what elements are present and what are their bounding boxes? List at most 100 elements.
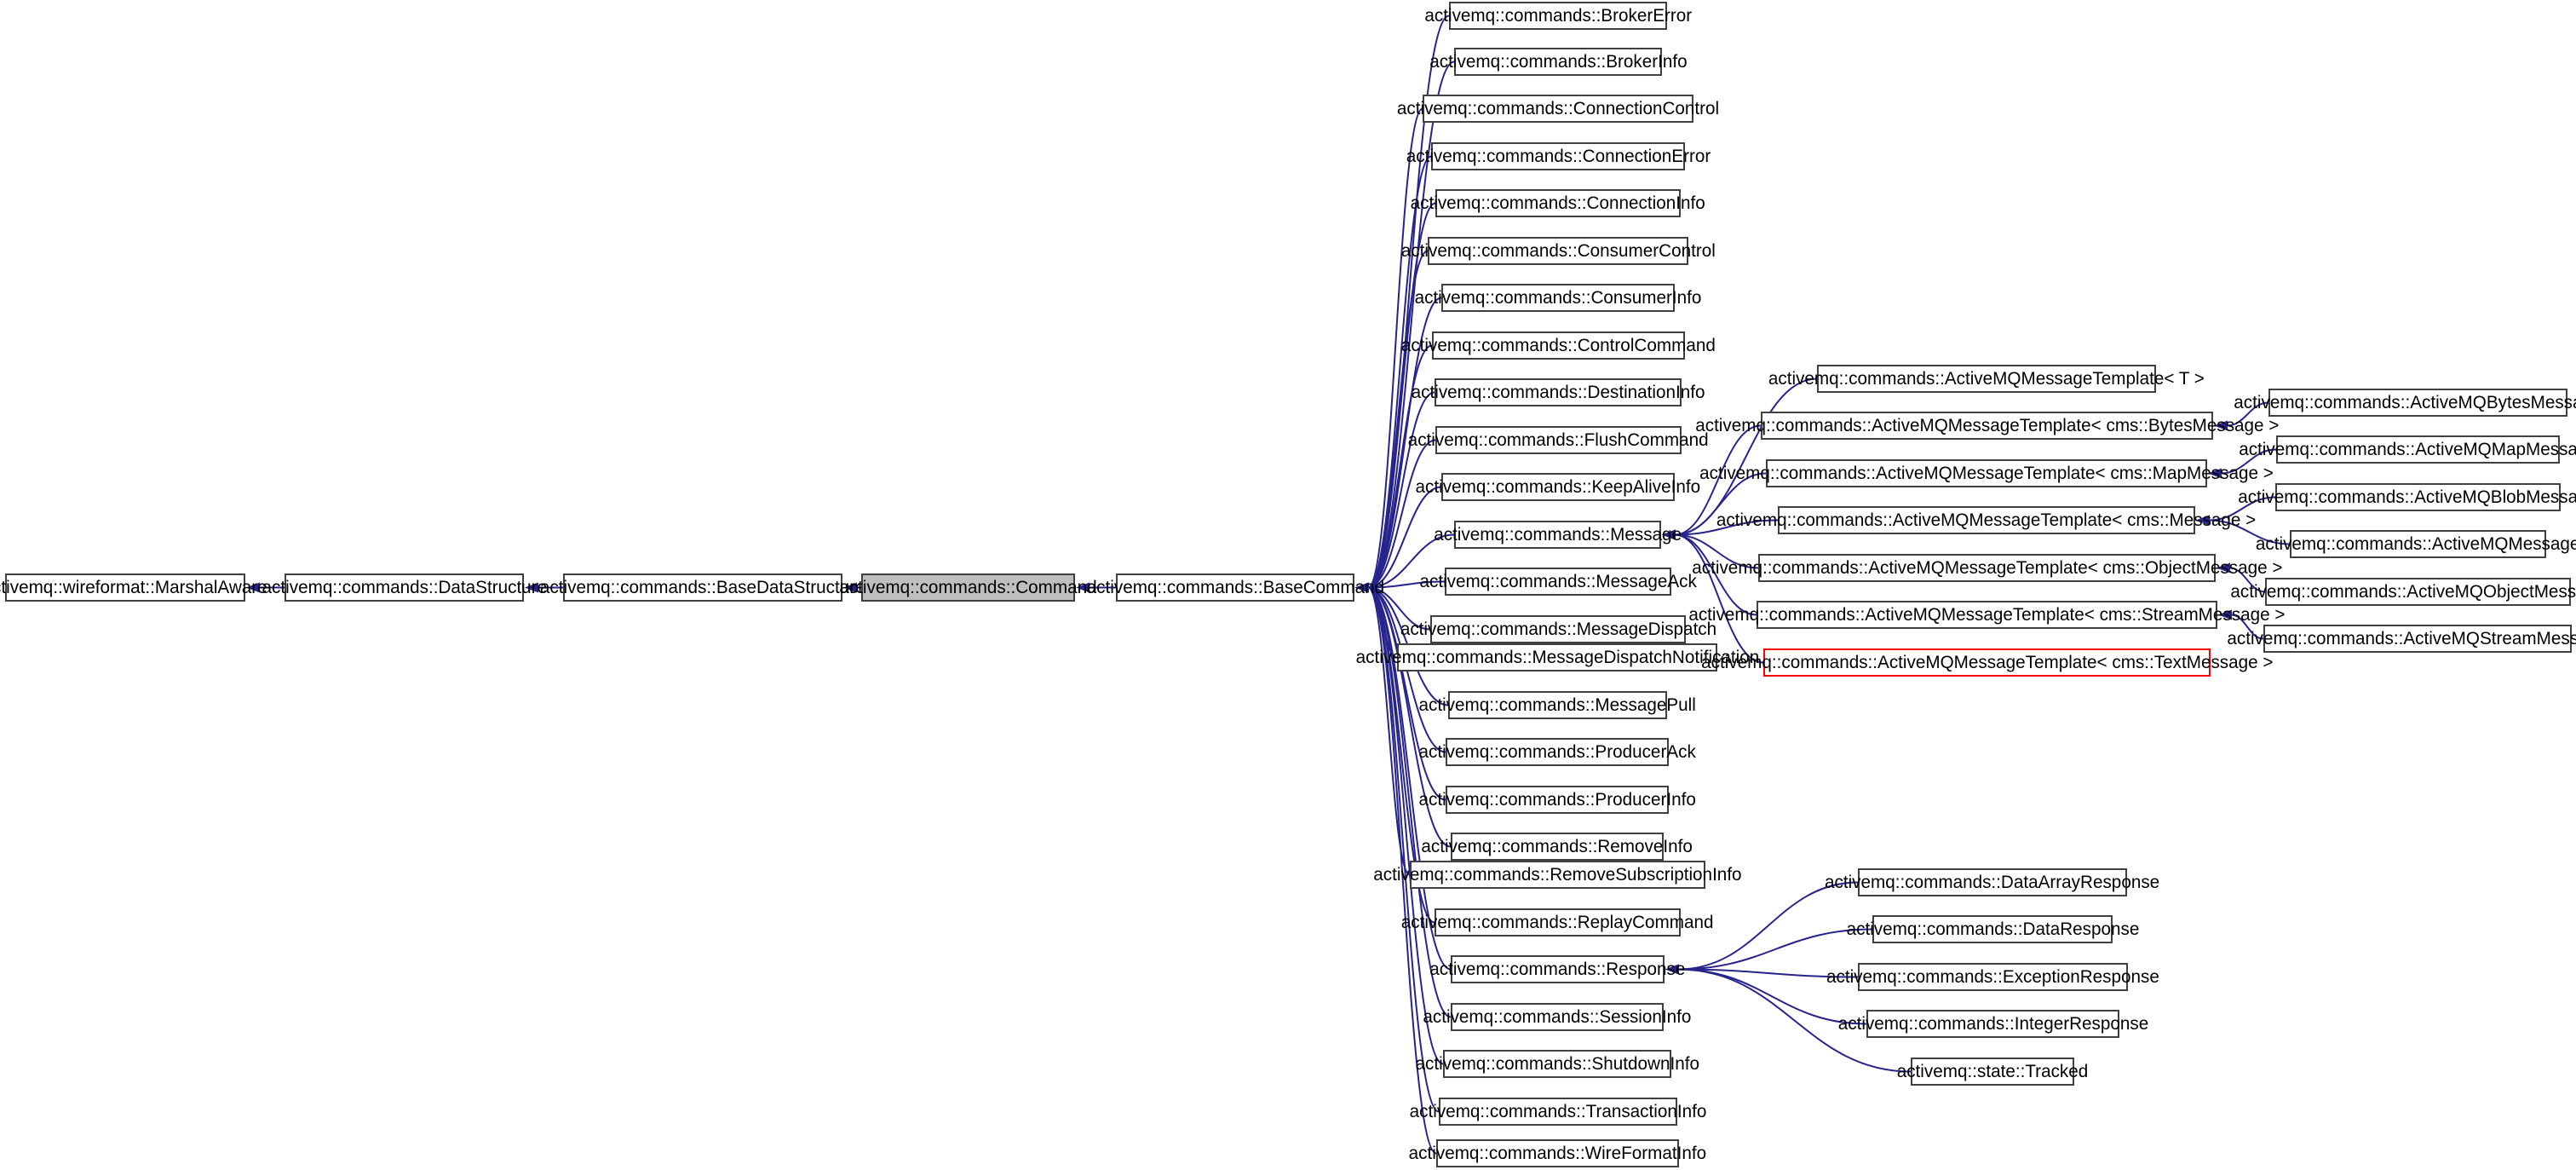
class-node-label: activemq::commands::ActiveMQMapMessage	[2239, 440, 2576, 459]
class-node-label: activemq::commands::ControlCommand	[1400, 336, 1716, 355]
class-node-label: activemq::commands::ActiveMQMessageTempl…	[1691, 558, 2283, 578]
class-node-label: activemq::commands::ActiveMQMessageTempl…	[1700, 653, 2274, 672]
class-node-label: activemq::commands::ShutdownInfo	[1415, 1054, 1699, 1074]
class-node-label: activemq::commands::ActiveMQMessageTempl…	[1694, 416, 2280, 435]
class-node-tmpl_text[interactable]: activemq::commands::ActiveMQMessageTempl…	[1701, 648, 2273, 677]
class-node-label: activemq::commands::Response	[1429, 960, 1686, 979]
class-node-label: activemq::commands::ConsumerControl	[1400, 241, 1716, 261]
class-node-datastructure[interactable]: activemq::commands::DataStructure	[262, 573, 547, 602]
class-node-tmpl_bytes[interactable]: activemq::commands::ActiveMQMessageTempl…	[1695, 412, 2279, 440]
class-node-label: activemq::commands::ActiveMQBytesMessage	[2234, 393, 2576, 412]
class-node-label: activemq::commands::MessageDispatch	[1400, 620, 1716, 639]
class-node-consumercontrol[interactable]: activemq::commands::ConsumerControl	[1400, 237, 1716, 265]
class-node-amq_map[interactable]: activemq::commands::ActiveMQMapMessage	[2239, 435, 2576, 464]
class-node-label: activemq::commands::ActiveMQMessageTempl…	[1716, 510, 2257, 530]
class-node-tmpl_map[interactable]: activemq::commands::ActiveMQMessageTempl…	[1699, 459, 2274, 487]
class-node-label: activemq::commands::ConnectionControl	[1396, 99, 1720, 118]
class-node-label: activemq::commands::ActiveMQMessageTempl…	[1699, 464, 2274, 483]
class-node-brokererror[interactable]: activemq::commands::BrokerError	[1424, 2, 1692, 30]
class-node-amq_blob[interactable]: activemq::commands::ActiveMQBlobMessage	[2239, 483, 2576, 511]
class-node-label: activemq::state::Tracked	[1896, 1062, 2089, 1081]
class-node-removeinfo[interactable]: activemq::commands::RemoveInfo	[1422, 833, 1693, 861]
class-node-connectioncontrol[interactable]: activemq::commands::ConnectionControl	[1397, 95, 1719, 123]
class-node-label: activemq::commands::Message	[1434, 525, 1682, 545]
class-node-label: activemq::commands::DataStructure	[262, 578, 547, 597]
class-node-label: activemq::commands::BrokerError	[1424, 6, 1692, 26]
class-node-replaycommand[interactable]: activemq::commands::ReplayCommand	[1401, 908, 1714, 937]
class-node-marshalaware[interactable]: activemq::wireformat::MarshalAware	[0, 573, 267, 602]
class-node-label: activemq::commands::RemoveInfo	[1421, 837, 1693, 856]
class-node-dataarrayresp[interactable]: activemq::commands::DataArrayResponse	[1825, 868, 2160, 896]
class-node-amq_stream[interactable]: activemq::commands::ActiveMQStreamMessag…	[2227, 625, 2576, 653]
class-node-keepaliveinfo[interactable]: activemq::commands::KeepAliveInfo	[1416, 473, 1700, 501]
class-node-label: activemq::commands::ConnectionInfo	[1410, 193, 1706, 213]
class-node-label: activemq::commands::BaseDataStructure	[540, 578, 865, 597]
class-node-basedatastructure[interactable]: activemq::commands::BaseDataStructure	[540, 573, 865, 602]
class-node-label: activemq::commands::ExceptionResponse	[1826, 967, 2159, 987]
class-node-label: activemq::commands::ActiveMQStreamMessag…	[2227, 629, 2576, 648]
class-node-amq_message[interactable]: activemq::commands::ActiveMQMessage	[2256, 530, 2576, 558]
class-node-tracked[interactable]: activemq::state::Tracked	[1897, 1058, 2088, 1086]
class-node-label: activemq::commands::WireFormatInfo	[1408, 1144, 1707, 1163]
class-node-destinationinfo[interactable]: activemq::commands::DestinationInfo	[1412, 378, 1705, 406]
class-node-label: activemq::commands::DataArrayResponse	[1825, 873, 2160, 892]
class-node-sessioninfo[interactable]: activemq::commands::SessionInfo	[1423, 1003, 1692, 1031]
class-node-flushcommand[interactable]: activemq::commands::FlushCommand	[1408, 426, 1709, 454]
class-node-label: activemq::commands::TransactionInfo	[1409, 1102, 1707, 1121]
class-node-messagedispatch[interactable]: activemq::commands::MessageDispatch	[1400, 615, 1716, 643]
class-node-msgdispatchnotif[interactable]: activemq::commands::MessageDispatchNotif…	[1355, 643, 1759, 671]
class-node-tmpl_object[interactable]: activemq::commands::ActiveMQMessageTempl…	[1692, 554, 2282, 582]
class-node-amq_bytes[interactable]: activemq::commands::ActiveMQBytesMessage	[2234, 389, 2576, 417]
class-node-producerack[interactable]: activemq::commands::ProducerAck	[1418, 738, 1696, 766]
class-node-label: activemq::commands::ActiveMQObjectMessag…	[2230, 582, 2576, 602]
class-node-label: activemq::commands::ConnectionError	[1406, 147, 1711, 166]
class-node-label: activemq::commands::FlushCommand	[1408, 430, 1709, 450]
class-node-label: activemq::commands::KeepAliveInfo	[1415, 477, 1701, 497]
class-node-label: activemq::commands::ActiveMQMessageTempl…	[1688, 605, 2286, 625]
class-node-command[interactable]: activemq::commands::Command	[839, 573, 1097, 602]
class-node-removesubinfo[interactable]: activemq::commands::RemoveSubscriptionIn…	[1373, 861, 1742, 889]
class-node-label: activemq::commands::RemoveSubscriptionIn…	[1373, 865, 1742, 885]
class-node-controlcommand[interactable]: activemq::commands::ControlCommand	[1401, 331, 1716, 360]
inheritance-edge	[1367, 155, 1432, 589]
class-node-label: activemq::commands::DestinationInfo	[1411, 383, 1705, 402]
class-node-integerresp[interactable]: activemq::commands::IntegerResponse	[1837, 1010, 2148, 1038]
inheritance-edge	[1367, 61, 1455, 589]
class-node-tmpl_stream[interactable]: activemq::commands::ActiveMQMessageTempl…	[1688, 601, 2286, 629]
class-node-messageack[interactable]: activemq::commands::MessageAck	[1419, 568, 1697, 596]
class-node-dataresp[interactable]: activemq::commands::DataResponse	[1846, 915, 2139, 943]
class-node-response[interactable]: activemq::commands::Response	[1429, 955, 1686, 983]
class-node-label: activemq::commands::BaseCommand	[1086, 578, 1384, 597]
class-node-label: activemq::commands::SessionInfo	[1423, 1007, 1692, 1027]
class-node-label: activemq::commands::Command	[839, 578, 1097, 597]
class-node-messagepull[interactable]: activemq::commands::MessagePull	[1419, 691, 1696, 719]
class-node-brokerinfo[interactable]: activemq::commands::BrokerInfo	[1429, 48, 1687, 76]
class-node-label: activemq::commands::ConsumerInfo	[1414, 288, 1702, 308]
class-node-label: activemq::commands::ReplayCommand	[1401, 913, 1714, 932]
class-node-amq_object[interactable]: activemq::commands::ActiveMQObjectMessag…	[2230, 578, 2576, 606]
inheritance-edge	[1677, 928, 1873, 971]
inheritance-edge	[1367, 439, 1436, 589]
class-node-consumerinfo[interactable]: activemq::commands::ConsumerInfo	[1415, 284, 1701, 312]
class-node-label: activemq::commands::MessageDispatchNotif…	[1355, 648, 1759, 667]
class-node-label: activemq::commands::ActiveMQMessage	[2256, 534, 2576, 554]
class-node-transactioninfo[interactable]: activemq::commands::TransactionInfo	[1410, 1098, 1706, 1126]
class-node-connectionerror[interactable]: activemq::commands::ConnectionError	[1406, 142, 1711, 170]
class-node-label: activemq::commands::ActiveMQBlobMessage	[2238, 487, 2576, 507]
class-node-producerinfo[interactable]: activemq::commands::ProducerInfo	[1418, 786, 1696, 814]
class-node-label: activemq::commands::ProducerAck	[1418, 742, 1696, 762]
class-node-label: activemq::commands::MessageAck	[1419, 572, 1697, 591]
class-node-label: activemq::commands::ProducerInfo	[1418, 790, 1696, 810]
class-node-label: activemq::commands::DataResponse	[1846, 919, 2139, 939]
class-hierarchy-diagram: activemq::wireformat::MarshalAware active…	[0, 0, 2576, 1170]
class-node-label: activemq::commands::BrokerInfo	[1429, 52, 1688, 72]
class-node-wireformatinfo[interactable]: activemq::commands::WireFormatInfo	[1409, 1139, 1706, 1167]
class-node-label: activemq::commands::IntegerResponse	[1837, 1014, 2148, 1034]
class-node-tmpl_t[interactable]: activemq::commands::ActiveMQMessageTempl…	[1768, 365, 2205, 393]
class-node-exceptionresp[interactable]: activemq::commands::ExceptionResponse	[1826, 963, 2159, 991]
class-node-shutdowninfo[interactable]: activemq::commands::ShutdownInfo	[1415, 1050, 1699, 1078]
class-node-tmpl_msg[interactable]: activemq::commands::ActiveMQMessageTempl…	[1716, 506, 2257, 534]
class-node-message[interactable]: activemq::commands::Message	[1434, 521, 1682, 549]
class-node-basecommand[interactable]: activemq::commands::BaseCommand	[1086, 573, 1384, 602]
class-node-connectioninfo[interactable]: activemq::commands::ConnectionInfo	[1411, 189, 1705, 217]
